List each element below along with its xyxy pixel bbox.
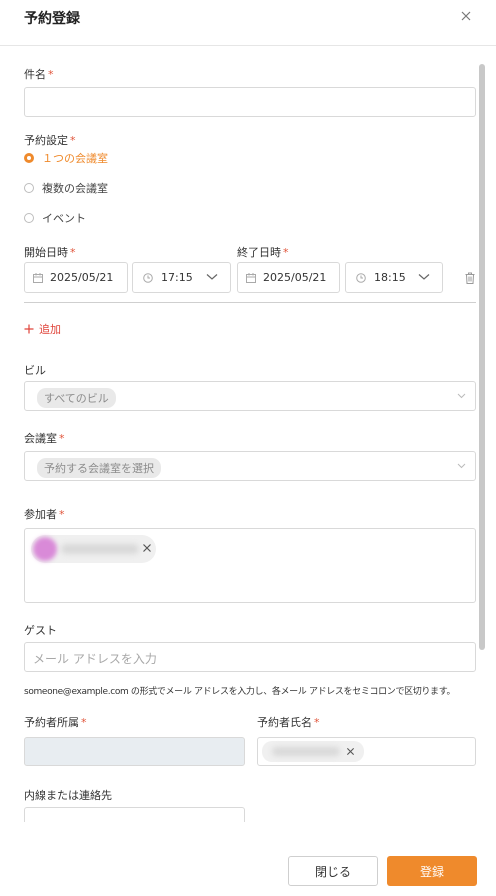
divider: [24, 302, 476, 303]
chevron-down-icon: [206, 273, 218, 281]
building-label: ビル: [24, 364, 46, 377]
extension-label: 内線または連絡先: [24, 789, 112, 802]
participants-field[interactable]: [24, 528, 476, 603]
chevron-down-icon: [457, 393, 466, 399]
end-time-select[interactable]: 18:15: [345, 262, 443, 293]
start-date-value: 2025/05/21: [50, 271, 114, 284]
subject-label: 件名 *: [24, 68, 54, 81]
subject-input[interactable]: [24, 87, 476, 117]
radio-single-room[interactable]: １つの会議室: [24, 150, 108, 166]
start-time-value: 17:15: [161, 271, 193, 284]
scrollbar-thumb[interactable]: [479, 64, 485, 650]
participants-label: 参加者 *: [24, 508, 65, 521]
end-time-value: 18:15: [374, 271, 406, 284]
room-select[interactable]: 予約する会議室を選択: [24, 451, 476, 481]
booker-chip: [262, 741, 364, 762]
dialog-title: 予約登録: [24, 11, 80, 27]
avatar: [33, 537, 57, 561]
chevron-down-icon: [418, 273, 430, 281]
start-label: 開始日時 *: [24, 246, 76, 259]
submit-button[interactable]: 登録: [387, 856, 477, 886]
remove-booker-icon[interactable]: [346, 747, 355, 756]
chevron-down-icon: [457, 463, 466, 469]
clock-icon: [356, 272, 366, 283]
building-select[interactable]: すべてのビル: [24, 381, 476, 411]
booker-affiliation-label: 予約者所属 *: [24, 716, 87, 729]
building-chip: すべてのビル: [37, 388, 116, 408]
calendar-icon: [33, 272, 43, 283]
participant-chip: [31, 535, 156, 563]
close-button[interactable]: 閉じる: [288, 856, 378, 886]
trash-icon[interactable]: [465, 272, 475, 284]
start-date-field[interactable]: 2025/05/21: [24, 262, 128, 293]
guest-placeholder: メール アドレスを入力: [33, 652, 157, 666]
dialog-header: 予約登録: [0, 0, 496, 46]
calendar-icon: [246, 272, 256, 283]
radio-event[interactable]: イベント: [24, 210, 86, 226]
booker-name-field[interactable]: [257, 737, 476, 766]
reservation-setting-label: 予約設定 *: [24, 134, 76, 147]
radio-indicator: [24, 153, 34, 163]
guest-input[interactable]: メール アドレスを入力: [24, 642, 476, 672]
end-date-field[interactable]: 2025/05/21: [237, 262, 340, 293]
clock-icon: [143, 272, 153, 283]
booker-name-redacted: [272, 747, 340, 756]
room-label: 会議室 *: [24, 432, 65, 445]
booker-name-label: 予約者氏名 *: [257, 716, 320, 729]
add-datetime-button[interactable]: 追加: [24, 321, 61, 337]
guest-hint: someone@example.com の形式でメール アドレスを入力し、各メー…: [24, 687, 456, 697]
start-time-select[interactable]: 17:15: [132, 262, 231, 293]
end-date-value: 2025/05/21: [263, 271, 327, 284]
add-label: 追加: [39, 323, 61, 336]
booker-affiliation-field: [24, 737, 245, 766]
end-label: 終了日時 *: [237, 246, 289, 259]
remove-participant-icon[interactable]: [142, 543, 152, 553]
radio-multiple-rooms[interactable]: 複数の会議室: [24, 180, 108, 196]
room-chip: 予約する会議室を選択: [37, 458, 161, 478]
dialog-body: 件名 * 予約設定 * １つの会議室 複数の会議室 イベント 開始日時 * 終了日時 *…: [0, 46, 478, 822]
radio-indicator: [24, 183, 34, 193]
close-icon[interactable]: [458, 8, 474, 24]
radio-indicator: [24, 213, 34, 223]
extension-input[interactable]: [24, 807, 245, 822]
participant-name-redacted: [61, 544, 139, 554]
plus-icon: [24, 324, 34, 334]
guest-label: ゲスト: [24, 624, 57, 637]
